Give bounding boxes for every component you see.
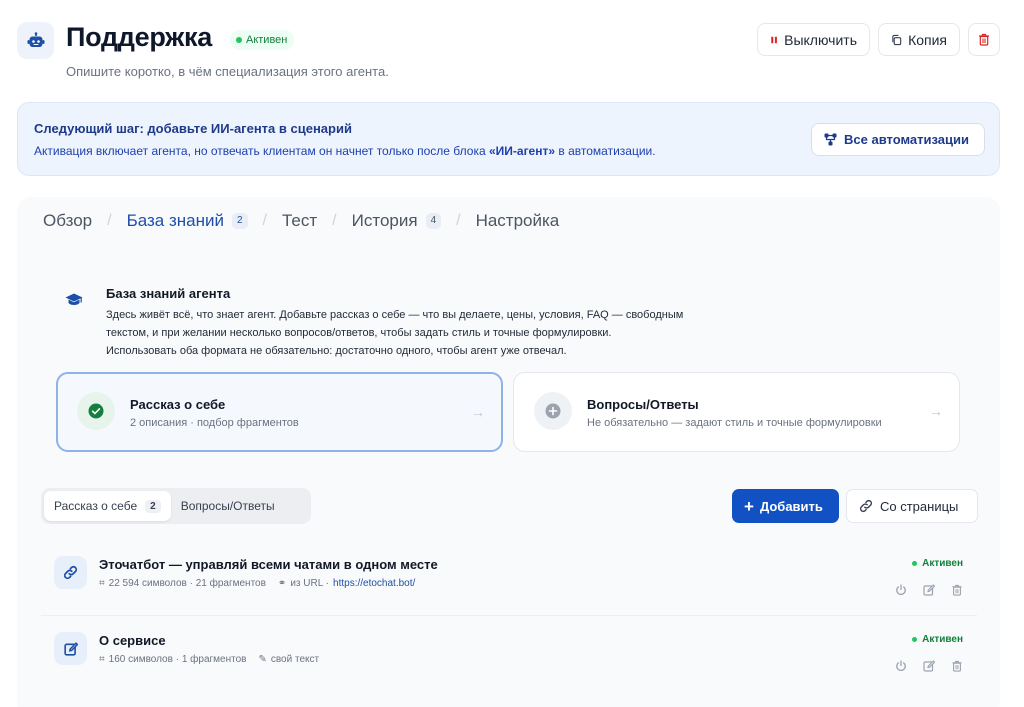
qa-card[interactable]: Вопросы/Ответы Не обязательно — задают с… (513, 372, 960, 452)
row-icon-wrap (54, 556, 87, 589)
text-size-icon: ⌗ (99, 578, 105, 589)
link-icon (859, 499, 873, 513)
page-title: Поддержка (66, 22, 212, 52)
trash-icon[interactable] (951, 584, 963, 596)
disable-agent-label: Выключить (784, 31, 857, 48)
segment-label: Рассказ о себе (54, 499, 138, 513)
tab-label: История (351, 211, 418, 230)
tab-knowledge-base[interactable]: База знаний 2 (127, 211, 248, 231)
link-icon (63, 565, 78, 580)
segment-qa[interactable]: Вопросы/Ответы (171, 491, 285, 521)
row-meta: ⌗ 22 594 символов · 21 фрагментов ⚭ из U… (99, 578, 415, 589)
agent-avatar (17, 22, 54, 59)
row-title: О сервисе (99, 633, 166, 648)
pause-icon (771, 36, 777, 43)
link-small-icon: ⚭ (277, 578, 287, 589)
tab-separator: / (332, 212, 337, 229)
arrow-right-icon: → (929, 403, 943, 419)
agent-description[interactable]: Опишите коротко, в чём специализация это… (66, 64, 389, 79)
edit-icon (63, 641, 78, 656)
agent-panel: Обзор / База знаний 2 / Тест / История 4 /… (17, 197, 1000, 707)
graduation-cap-icon (65, 293, 83, 305)
trash-icon[interactable] (951, 660, 963, 672)
banner-text-bold: «ИИ-агент» (488, 144, 556, 158)
card-icon-wrap (534, 392, 572, 430)
agent-status-badge: Активен (230, 30, 295, 50)
pencil-small-icon: ✎ (258, 654, 267, 665)
description-line: Здесь живёт всё, что знает агент. Добавь… (106, 309, 684, 321)
card-title: Вопросы/Ответы (587, 397, 699, 412)
all-automations-label: Все автоматизации (844, 132, 970, 147)
tab-test[interactable]: Тест (282, 211, 317, 231)
row-meta: ⌗ 160 символов · 1 фрагментов ✎ свой тек… (99, 654, 319, 665)
card-subtitle: 2 описания · подбор фрагментов (130, 417, 299, 429)
tab-label: Обзор (43, 211, 93, 230)
card-icon-wrap (77, 392, 115, 430)
from-page-button[interactable]: Со страницы (846, 489, 978, 523)
add-button-label: Добавить (759, 498, 823, 514)
row-actions (895, 584, 963, 596)
row-status-badge: Активен (912, 634, 963, 645)
tab-overview[interactable]: Обзор (43, 211, 92, 231)
knowledge-item-row[interactable]: Эточатбот — управляй всеми чатами в одно… (41, 542, 977, 616)
copy-icon (892, 34, 902, 45)
power-icon[interactable] (895, 584, 907, 596)
row-source-label: из URL · (290, 578, 330, 589)
tab-history[interactable]: История 4 (352, 211, 442, 231)
knowledge-base-description: Здесь живёт всё, что знает агент. Добавь… (106, 306, 746, 360)
description-line: Использовать оба формата не обязательно:… (106, 345, 567, 357)
row-actions (895, 660, 963, 672)
delete-agent-button[interactable] (968, 23, 1000, 56)
row-stats: 160 символов · 1 фрагментов (108, 654, 247, 665)
tab-label: Настройка (475, 211, 560, 230)
flow-icon (824, 133, 837, 146)
power-icon[interactable] (895, 660, 907, 672)
segment-about-yourself[interactable]: Рассказ о себе 2 (44, 491, 171, 521)
edit-icon[interactable] (923, 660, 935, 672)
all-automations-button[interactable]: Все автоматизации (811, 123, 985, 156)
plus-icon: + (744, 496, 754, 516)
segment-label: Вопросы/Ответы (180, 499, 275, 513)
tab-bar: Обзор / База знаний 2 / Тест / История 4 /… (43, 210, 559, 232)
edit-icon[interactable] (923, 584, 935, 596)
row-icon-wrap (54, 632, 87, 665)
segment-count-badge: 2 (145, 499, 161, 513)
add-button[interactable]: + Добавить (732, 489, 839, 523)
tab-separator: / (262, 212, 267, 229)
card-subtitle: Не обязательно — задают стиль и точные ф… (587, 417, 882, 429)
from-page-label: Со страницы (880, 498, 959, 514)
tab-count-badge: 4 (425, 213, 442, 229)
plus-circle-icon (545, 403, 561, 419)
robot-icon (27, 31, 44, 47)
next-step-banner: Следующий шаг: добавьте ИИ-агента в сцен… (17, 102, 1000, 176)
tab-separator: / (456, 212, 461, 229)
knowledge-item-row[interactable]: О сервисе ⌗ 160 символов · 1 фрагментов … (41, 618, 977, 692)
tab-settings[interactable]: Настройка (476, 211, 560, 231)
banner-title: Следующий шаг: добавьте ИИ-агента в сцен… (34, 121, 352, 136)
row-source-link[interactable]: https://etochat.bot/ (333, 578, 415, 589)
banner-text-end: в автоматизации. (555, 144, 656, 158)
card-title: Рассказ о себе (130, 397, 226, 412)
knowledge-base-title: База знаний агента (106, 286, 231, 301)
tab-label: Тест (282, 211, 318, 230)
copy-agent-label: Копия (908, 31, 947, 48)
tab-label: База знаний (126, 211, 224, 230)
trash-icon (979, 33, 989, 46)
tab-count-badge: 2 (231, 213, 248, 229)
text-size-icon: ⌗ (99, 654, 105, 665)
check-circle-icon (88, 403, 104, 419)
copy-agent-button[interactable]: Копия (878, 23, 960, 56)
arrow-right-icon: → (471, 404, 485, 420)
banner-text-start: Активация включает агента, но отвечать к… (34, 144, 489, 158)
row-stats: 22 594 символов · 21 фрагментов (108, 578, 266, 589)
row-source-label: свой текст (270, 654, 320, 665)
disable-agent-button[interactable]: Выключить (757, 23, 870, 56)
row-title: Эточатбот — управляй всеми чатами в одно… (99, 557, 438, 572)
row-status-badge: Активен (912, 558, 963, 569)
about-yourself-card[interactable]: Рассказ о себе 2 описания · подбор фрагм… (56, 372, 503, 452)
tab-separator: / (107, 212, 112, 229)
banner-text: Активация включает агента, но отвечать к… (34, 144, 656, 158)
description-line: текстом, и при желании несколько вопросо… (106, 327, 612, 339)
content-type-switcher: Рассказ о себе 2 Вопросы/Ответы (41, 488, 311, 524)
